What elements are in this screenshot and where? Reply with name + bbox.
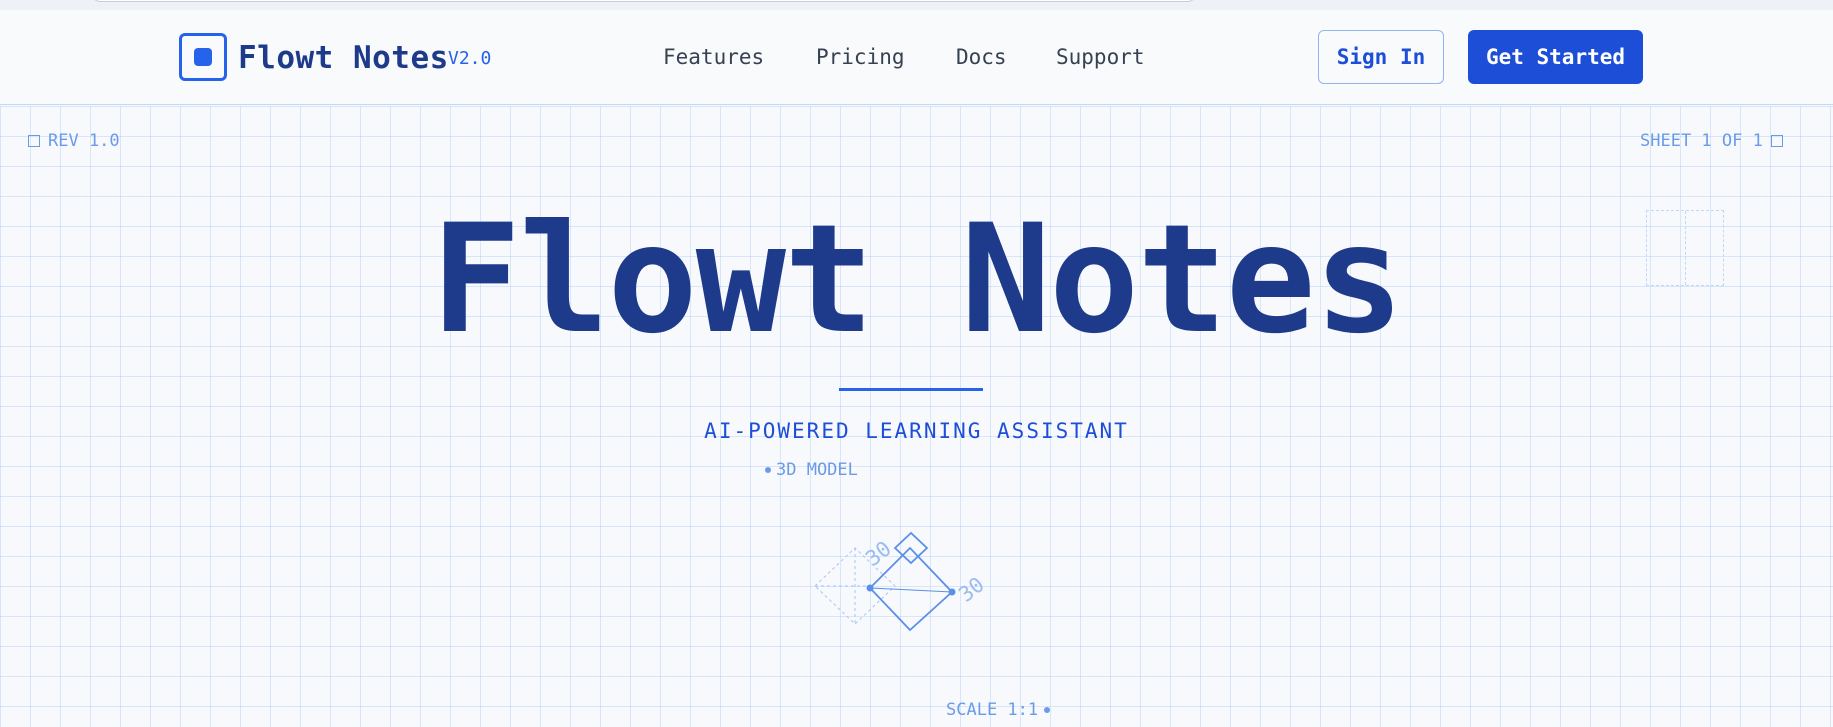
model-label: 3D MODEL (765, 460, 858, 480)
square-marker-icon (1770, 135, 1783, 147)
bullet-icon (1044, 707, 1051, 713)
nav-link-features[interactable]: Features (663, 45, 764, 69)
revision-text: REV 1.0 (48, 131, 120, 151)
logo-icon[interactable] (179, 33, 227, 81)
nav-link-docs[interactable]: Docs (956, 45, 1007, 69)
version-badge: V2.0 (448, 48, 492, 69)
browser-top-strip (0, 0, 1833, 10)
3d-cube-model-icon: 30 30 (814, 531, 989, 632)
scale-text: SCALE 1:1 (946, 700, 1039, 720)
vertex-dot-icon (866, 584, 874, 592)
site-header: Flowt Notes V2.0 Features Pricing Docs S… (0, 10, 1833, 105)
sheet-label: SHEET 1 OF 1 (1640, 131, 1783, 151)
square-marker-icon (28, 135, 40, 147)
nav-link-support[interactable]: Support (1056, 45, 1145, 69)
title-underline (839, 388, 983, 391)
hero-tagline: AI-POWERED LEARNING ASSISTANT (704, 419, 1129, 443)
hero-title: Flowt Notes (430, 193, 1404, 367)
dimension-label-a: 30 (861, 536, 896, 570)
sheet-text: SHEET 1 OF 1 (1640, 131, 1763, 151)
bullet-icon (765, 467, 771, 473)
get-started-button[interactable]: Get Started (1468, 30, 1643, 84)
model-label-text: 3D MODEL (776, 460, 858, 480)
brand-name[interactable]: Flowt Notes (238, 40, 449, 76)
scale-label: SCALE 1:1 (946, 700, 1051, 720)
sign-in-button[interactable]: Sign In (1318, 30, 1444, 84)
dimension-label-b: 30 (954, 572, 989, 606)
nav-link-pricing[interactable]: Pricing (816, 45, 905, 69)
address-bar[interactable] (90, 0, 1198, 2)
logo-dot-icon (194, 48, 212, 66)
revision-label: REV 1.0 (28, 131, 120, 151)
